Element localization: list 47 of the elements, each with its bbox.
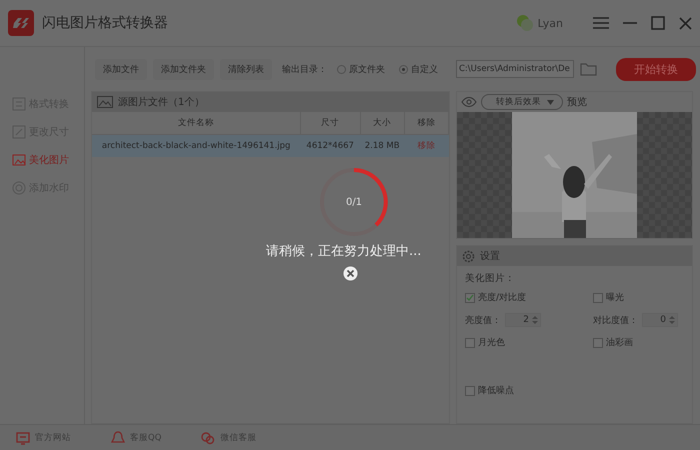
app-logo-icon: [8, 10, 34, 36]
spinner-label: 亮度值：: [465, 314, 501, 326]
progress-ring: [318, 166, 390, 238]
close-icon[interactable]: [343, 266, 358, 281]
chat-icon: [201, 430, 216, 444]
spinner-label: 对比度值：: [593, 314, 638, 326]
remove-link[interactable]: 移除: [404, 134, 448, 157]
window-title: 闪电图片格式转换器: [42, 14, 168, 32]
toolbar-button[interactable]: 添加文件夹: [153, 58, 214, 80]
sidebar-item[interactable]: 美化图片: [12, 153, 69, 167]
avatar-icon: [516, 14, 534, 32]
panel-title: 源图片文件（1个）: [118, 96, 204, 109]
image-icon: [12, 153, 26, 167]
menu-icon[interactable]: [593, 17, 609, 29]
close-icon[interactable]: [679, 16, 692, 30]
maximize-icon[interactable]: [651, 16, 665, 30]
progress-message: 请稍候，正在努力处理中...: [266, 243, 422, 260]
gear-icon: [462, 250, 475, 262]
preview-label: 预览: [567, 96, 587, 109]
user-name: Lyan: [538, 16, 563, 30]
toolbar-button[interactable]: 清除列表: [220, 58, 272, 80]
option-checkbox[interactable]: 油彩画: [593, 336, 684, 349]
section-label: 美化图片：: [464, 272, 516, 286]
eye-icon: [461, 95, 477, 109]
check-icon: [466, 294, 474, 302]
table-cell: 4612*4667: [300, 134, 360, 157]
toolbar-button[interactable]: 添加文件: [95, 58, 147, 80]
progress-count: 0/1: [346, 196, 362, 208]
option-checkbox[interactable]: 降低噪点: [465, 384, 593, 397]
image-icon: [97, 96, 113, 108]
option-checkbox[interactable]: 曝光: [593, 291, 684, 304]
option-checkbox[interactable]: 月光色: [465, 336, 593, 349]
folder-icon[interactable]: [580, 62, 598, 76]
effect-dropdown[interactable]: 转换后效果: [481, 94, 563, 110]
path-field[interactable]: C:\Users\Administrator\De: [456, 60, 574, 78]
table-cell: architect-back-black-and-white-1496141.jpg: [92, 134, 300, 157]
panel-title: 设置: [480, 250, 500, 263]
number-spinner[interactable]: 2: [505, 313, 541, 327]
caret-icon: [547, 100, 554, 104]
monitor-icon: [16, 430, 30, 444]
start-button[interactable]: 开始转换: [616, 58, 696, 80]
table-cell: 2.18 MB: [360, 134, 404, 157]
radio-option[interactable]: 原文件夹: [333, 62, 389, 76]
radio-option[interactable]: 自定义: [395, 62, 442, 76]
output-label: 输出目录：: [282, 64, 327, 76]
number-spinner[interactable]: 0: [642, 313, 678, 327]
option-checkbox[interactable]: 亮度/对比度: [465, 291, 593, 304]
